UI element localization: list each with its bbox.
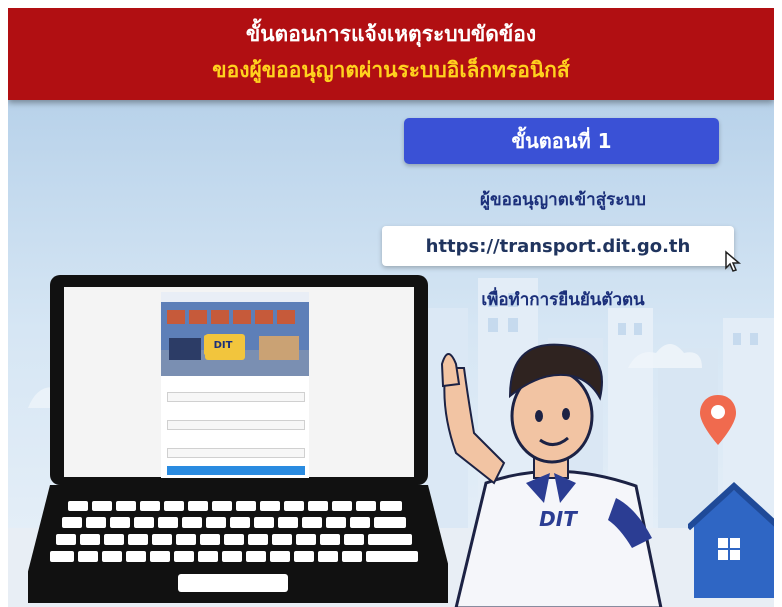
house-icon (688, 481, 774, 598)
step-instruction-1: ผู้ขออนุญาตเข้าสู่ระบบ (480, 190, 646, 210)
title-line-2: ของผู้ขออนุญาตผ่านระบบอิเล็กทรอนิกส์ (212, 58, 570, 82)
step-badge: ขั้นตอนที่ 1 (404, 118, 719, 164)
dit-mascot-illustration (440, 343, 663, 607)
website-password-input[interactable] (167, 448, 305, 458)
website-login-button[interactable] (167, 466, 305, 475)
website-select[interactable] (167, 392, 305, 402)
url-link[interactable]: https://transport.dit.go.th (426, 236, 691, 257)
location-pin-icon (700, 395, 736, 445)
mascot-shirt-logo: DIT (539, 507, 577, 531)
website-banner-logo: DIT (204, 335, 242, 355)
laptop-screen-website (161, 292, 309, 478)
url-box: https://transport.dit.go.th (382, 226, 734, 266)
title-line-1: ขั้นตอนการแจ้งเหตุระบบขัดข้อง (245, 22, 537, 46)
cursor-arrow-icon (725, 250, 742, 272)
title-header: ขั้นตอนการแจ้งเหตุระบบขัดข้อง ของผู้ขออน… (8, 8, 774, 100)
website-username-input[interactable] (167, 420, 305, 430)
infographic: ขั้นตอนการแจ้งเหตุระบบขัดข้อง ของผู้ขออน… (8, 8, 774, 607)
website-banner-illustration (161, 292, 309, 376)
